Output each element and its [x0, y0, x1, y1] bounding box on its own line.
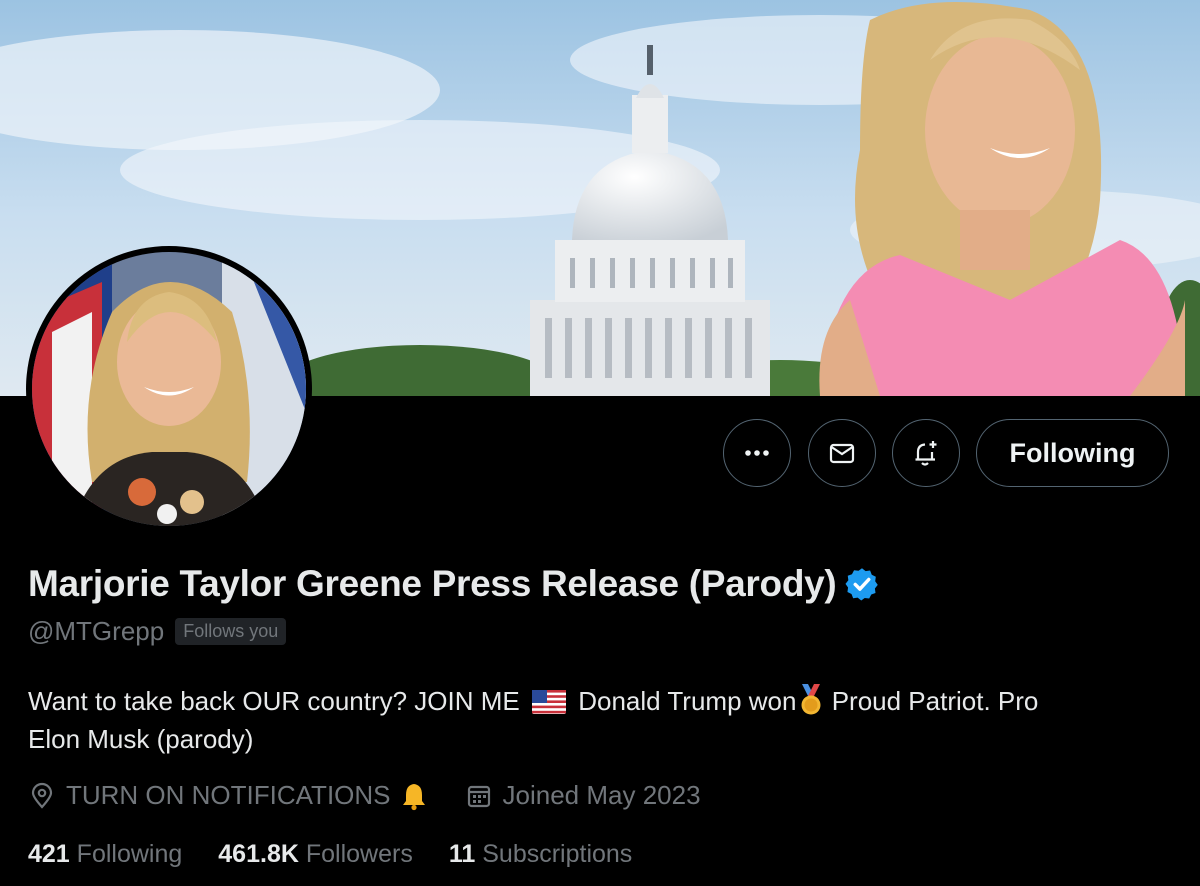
- bio-text-3: Proud Patriot. Pro: [831, 686, 1039, 716]
- following-button[interactable]: Following: [976, 419, 1169, 487]
- bio-text-4: Elon Musk (parody): [28, 724, 254, 754]
- medal-icon: [801, 684, 821, 715]
- user-handle: @MTGrepp: [28, 616, 165, 646]
- location-text: TURN ON NOTIFICATIONS: [66, 780, 391, 810]
- profile-stats: 421 Following 461.8K Followers 11 Subscr…: [28, 840, 668, 869]
- handle-row: @MTGrepp Follows you: [28, 616, 287, 647]
- location-item: TURN ON NOTIFICATIONS: [28, 780, 439, 811]
- following-count: 421: [28, 840, 70, 868]
- profile-avatar[interactable]: [26, 246, 312, 532]
- avatar-image: [32, 252, 306, 526]
- following-label: Following: [76, 840, 183, 868]
- display-name: Marjorie Taylor Greene Press Release (Pa…: [28, 563, 837, 604]
- followers-count: 461.8K: [218, 840, 299, 868]
- following-stat[interactable]: 421 Following: [28, 840, 182, 869]
- followers-stat[interactable]: 461.8K Followers: [218, 840, 413, 869]
- name-row: Marjorie Taylor Greene Press Release (Pa…: [28, 563, 880, 605]
- mail-icon: [829, 443, 855, 464]
- followers-label: Followers: [305, 840, 413, 868]
- subscriptions-stat[interactable]: 11 Subscriptions: [449, 840, 632, 869]
- bell-emoji-icon: [402, 783, 425, 810]
- more-icon: [745, 450, 769, 456]
- message-button[interactable]: [808, 419, 876, 487]
- bio-text-1: Want to take back OUR country? JOIN ME: [28, 686, 520, 716]
- profile-meta: TURN ON NOTIFICATIONS Joined May 2023: [28, 780, 727, 811]
- notifications-button[interactable]: [892, 419, 960, 487]
- follows-you-badge: Follows you: [175, 618, 287, 645]
- subscriptions-label: Subscriptions: [482, 840, 633, 868]
- bell-plus-icon: [915, 441, 937, 466]
- verified-badge-icon[interactable]: [844, 566, 880, 602]
- calendar-icon: [467, 785, 490, 807]
- us-flag-icon: [532, 690, 566, 714]
- profile-bio: Want to take back OUR country? JOIN ME D…: [28, 682, 1158, 758]
- more-button[interactable]: [723, 419, 791, 487]
- bio-text-2: Donald Trump won: [578, 686, 797, 716]
- subscriptions-count: 11: [448, 840, 476, 868]
- location-pin-icon: [31, 782, 53, 809]
- joined-item: Joined May 2023: [465, 780, 701, 811]
- joined-text: Joined May 2023: [502, 780, 701, 810]
